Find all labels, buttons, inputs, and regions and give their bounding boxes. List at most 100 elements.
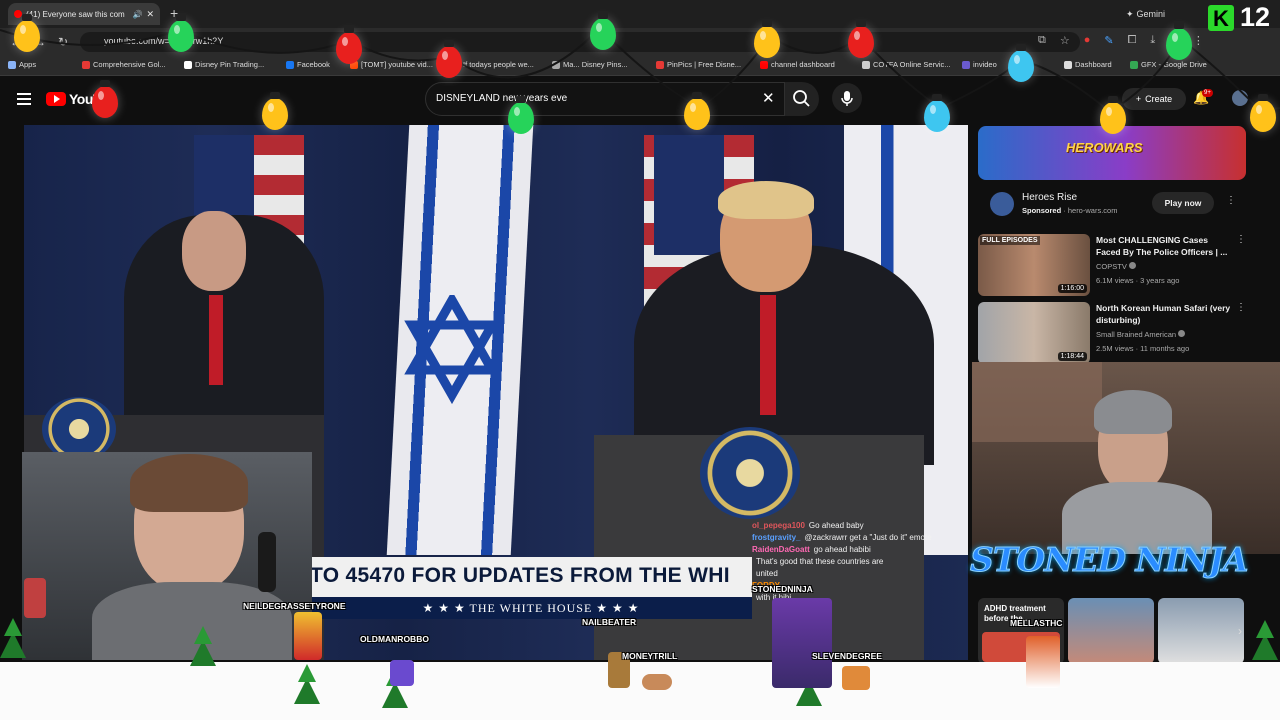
more-vert-icon[interactable]: ⋮ xyxy=(1226,195,1236,206)
bookmark-item[interactable]: Dashboard xyxy=(1064,60,1112,69)
chevron-right-icon[interactable]: › xyxy=(1238,624,1242,638)
light-bulb-icon xyxy=(168,14,194,52)
extension-icon[interactable]: ✎ xyxy=(1104,34,1113,47)
overlay-username: SLEVENDEGREE xyxy=(812,651,882,661)
channel-name[interactable]: COPSTV xyxy=(1096,262,1136,271)
bookmark-item[interactable]: GFX - Google Drive xyxy=(1130,60,1207,69)
channel-name[interactable]: Small Brained American xyxy=(1096,330,1186,339)
bookmark-item[interactable]: If todays people we... xyxy=(452,60,534,69)
short-thumbnail[interactable] xyxy=(1158,598,1244,664)
kick-logo: K xyxy=(1208,5,1234,31)
chat-message: That's good that these countries are xyxy=(752,556,957,568)
bookmark-label: GFX - Google Drive xyxy=(1141,60,1207,69)
gemini-label: Gemini xyxy=(1136,9,1166,19)
bookmark-favicon-icon xyxy=(552,60,560,69)
ad-title: Heroes Rise xyxy=(1022,192,1078,203)
youtube-play-icon xyxy=(46,92,66,106)
account-avatar[interactable] xyxy=(1232,90,1248,106)
bookmark-item[interactable]: Disney Pin Trading... xyxy=(184,60,264,69)
overlay-username: MONEYTRILL xyxy=(622,651,678,661)
bookmark-label: Ma... Disney Pins... xyxy=(563,60,628,69)
chat-username: ol_pepega100 xyxy=(752,521,805,530)
video-thumbnail[interactable]: FULL EPISODES 1:16:00 xyxy=(978,234,1090,296)
bookmark-label: invideo xyxy=(973,60,997,69)
clear-search-icon[interactable]: ✕ xyxy=(762,89,775,107)
chat-text: united xyxy=(756,569,778,578)
ad-banner[interactable]: HEROWARS xyxy=(978,126,1246,180)
chat-username: frostgravity_ xyxy=(752,533,801,542)
install-icon[interactable]: ⧉ xyxy=(1038,34,1046,47)
plus-icon: + xyxy=(1135,94,1142,104)
bookmark-label: Dashboard xyxy=(1075,60,1112,69)
tab-close-icon[interactable]: ✕ xyxy=(146,9,154,20)
light-bulb-icon xyxy=(590,12,616,50)
recommended-video[interactable]: FULL EPISODES 1:16:00 Most CHALLENGING C… xyxy=(978,234,1246,298)
downloads-icon[interactable]: ⤓ xyxy=(1150,34,1155,47)
short-thumbnail[interactable] xyxy=(1068,598,1154,664)
video-title[interactable]: Most CHALLENGING Cases Faced By The Poli… xyxy=(1096,235,1234,259)
bookmark-item[interactable]: channel dashboard xyxy=(760,60,835,69)
speaker-right xyxy=(634,181,934,465)
browser-menu-icon[interactable]: ⋮ xyxy=(1193,34,1204,47)
snow-ground xyxy=(0,662,1280,720)
ad-sponsored-line: Sponsored · hero-wars.com xyxy=(1022,206,1117,215)
bookmark-item[interactable]: invideo xyxy=(962,60,997,69)
overlay-username: MELLASTHC xyxy=(1010,618,1063,628)
search-button[interactable] xyxy=(785,82,819,116)
search-input[interactable]: DISNEYLAND new years eve xyxy=(425,82,785,116)
video-thumbnail[interactable]: 1:18:44 xyxy=(978,302,1090,364)
white-house-bar: ★ ★ ★ THE WHITE HOUSE ★ ★ ★ xyxy=(310,597,752,619)
ad-channel-avatar xyxy=(990,192,1014,216)
search-input-value: DISNEYLAND new years eve xyxy=(436,93,568,104)
reload-icon[interactable]: ↻ xyxy=(58,35,68,49)
avatar-sprite xyxy=(24,578,46,618)
screen: (41) Everyone saw this com 🔊 ✕ + ✦ Gemin… xyxy=(0,0,1280,720)
guest-webcam xyxy=(972,362,1280,554)
chat-message: frostgravity_ @zackrawrr get a "Just do i… xyxy=(752,532,957,544)
ad-domain: · hero-wars.com xyxy=(1063,206,1118,215)
chat-text: Go ahead baby xyxy=(808,521,864,530)
channel-name-text: COPSTV xyxy=(1096,262,1127,271)
extensions-puzzle-icon[interactable]: ⧠ xyxy=(1128,34,1137,47)
gemini-button[interactable]: ✦ Gemini xyxy=(1126,6,1165,22)
bookmark-item[interactable]: Facebook xyxy=(286,60,330,69)
bookmark-item[interactable]: Apps xyxy=(8,60,36,69)
create-label: Create xyxy=(1145,94,1173,104)
chat-message: ol_pepega100 Go ahead baby xyxy=(752,520,957,532)
bookmark-star-icon[interactable]: ☆ xyxy=(1060,34,1070,47)
stream-overlay-title: STONED NINJA xyxy=(970,540,1250,580)
video-duration: 1:16:00 xyxy=(1057,284,1087,293)
url-field[interactable]: youtube.com/w=ctLdSrw1h2Y xyxy=(80,32,1080,52)
more-vert-icon[interactable]: ⋮ xyxy=(1236,234,1246,245)
more-vert-icon[interactable]: ⋮ xyxy=(1236,302,1246,313)
overlay-username: NEILDEGRASSETYRONE xyxy=(243,601,346,611)
presidential-seal-right xyxy=(700,427,800,519)
notification-count-badge: 9+ xyxy=(1202,89,1213,97)
url-text: youtube.com/w xyxy=(104,36,165,46)
search-icon xyxy=(793,90,810,107)
bookmark-label: channel dashboard xyxy=(771,60,835,69)
bookmark-favicon-icon xyxy=(656,60,664,69)
verified-check-icon xyxy=(1178,330,1186,337)
light-bulb-icon xyxy=(508,96,534,134)
extension-icon[interactable]: ● xyxy=(1084,34,1091,47)
menu-hamburger-icon[interactable] xyxy=(17,93,31,105)
recommended-video[interactable]: 1:18:44 North Korean Human Safari (very … xyxy=(978,302,1246,366)
bookmark-item[interactable]: Comprehensive Gol... xyxy=(82,60,166,69)
bookmark-item[interactable]: [TOMT] youtube vid... xyxy=(350,60,433,69)
video-title[interactable]: North Korean Human Safari (very disturbi… xyxy=(1096,303,1234,327)
voice-search-button[interactable] xyxy=(832,83,862,113)
chat-text: go ahead habibi xyxy=(813,545,871,554)
create-button[interactable]: + Create xyxy=(1122,88,1186,110)
bookmark-item[interactable]: PinPics | Free Disne... xyxy=(656,60,741,69)
browser-tab-bar: (41) Everyone saw this com 🔊 ✕ + ✦ Gemin… xyxy=(0,0,1280,28)
youtube-header: YouT DISNEYLAND new years eve ✕ + Create… xyxy=(0,76,1280,122)
bookmark-item[interactable]: COTFA Online Servic... xyxy=(862,60,951,69)
bookmark-item[interactable]: Ma... Disney Pins... xyxy=(552,60,628,69)
channel-name-text: Small Brained American xyxy=(1096,330,1177,339)
video-meta: 6.1M views · 3 years ago xyxy=(1096,276,1180,285)
sponsored-ad-card[interactable]: HEROWARS Heroes Rise Sponsored · hero-wa… xyxy=(978,126,1246,226)
chat-text: @zackrawrr get a "Just do it" emote xyxy=(804,533,932,542)
play-now-button[interactable]: Play now xyxy=(1152,192,1214,214)
light-bulb-icon xyxy=(754,20,780,58)
